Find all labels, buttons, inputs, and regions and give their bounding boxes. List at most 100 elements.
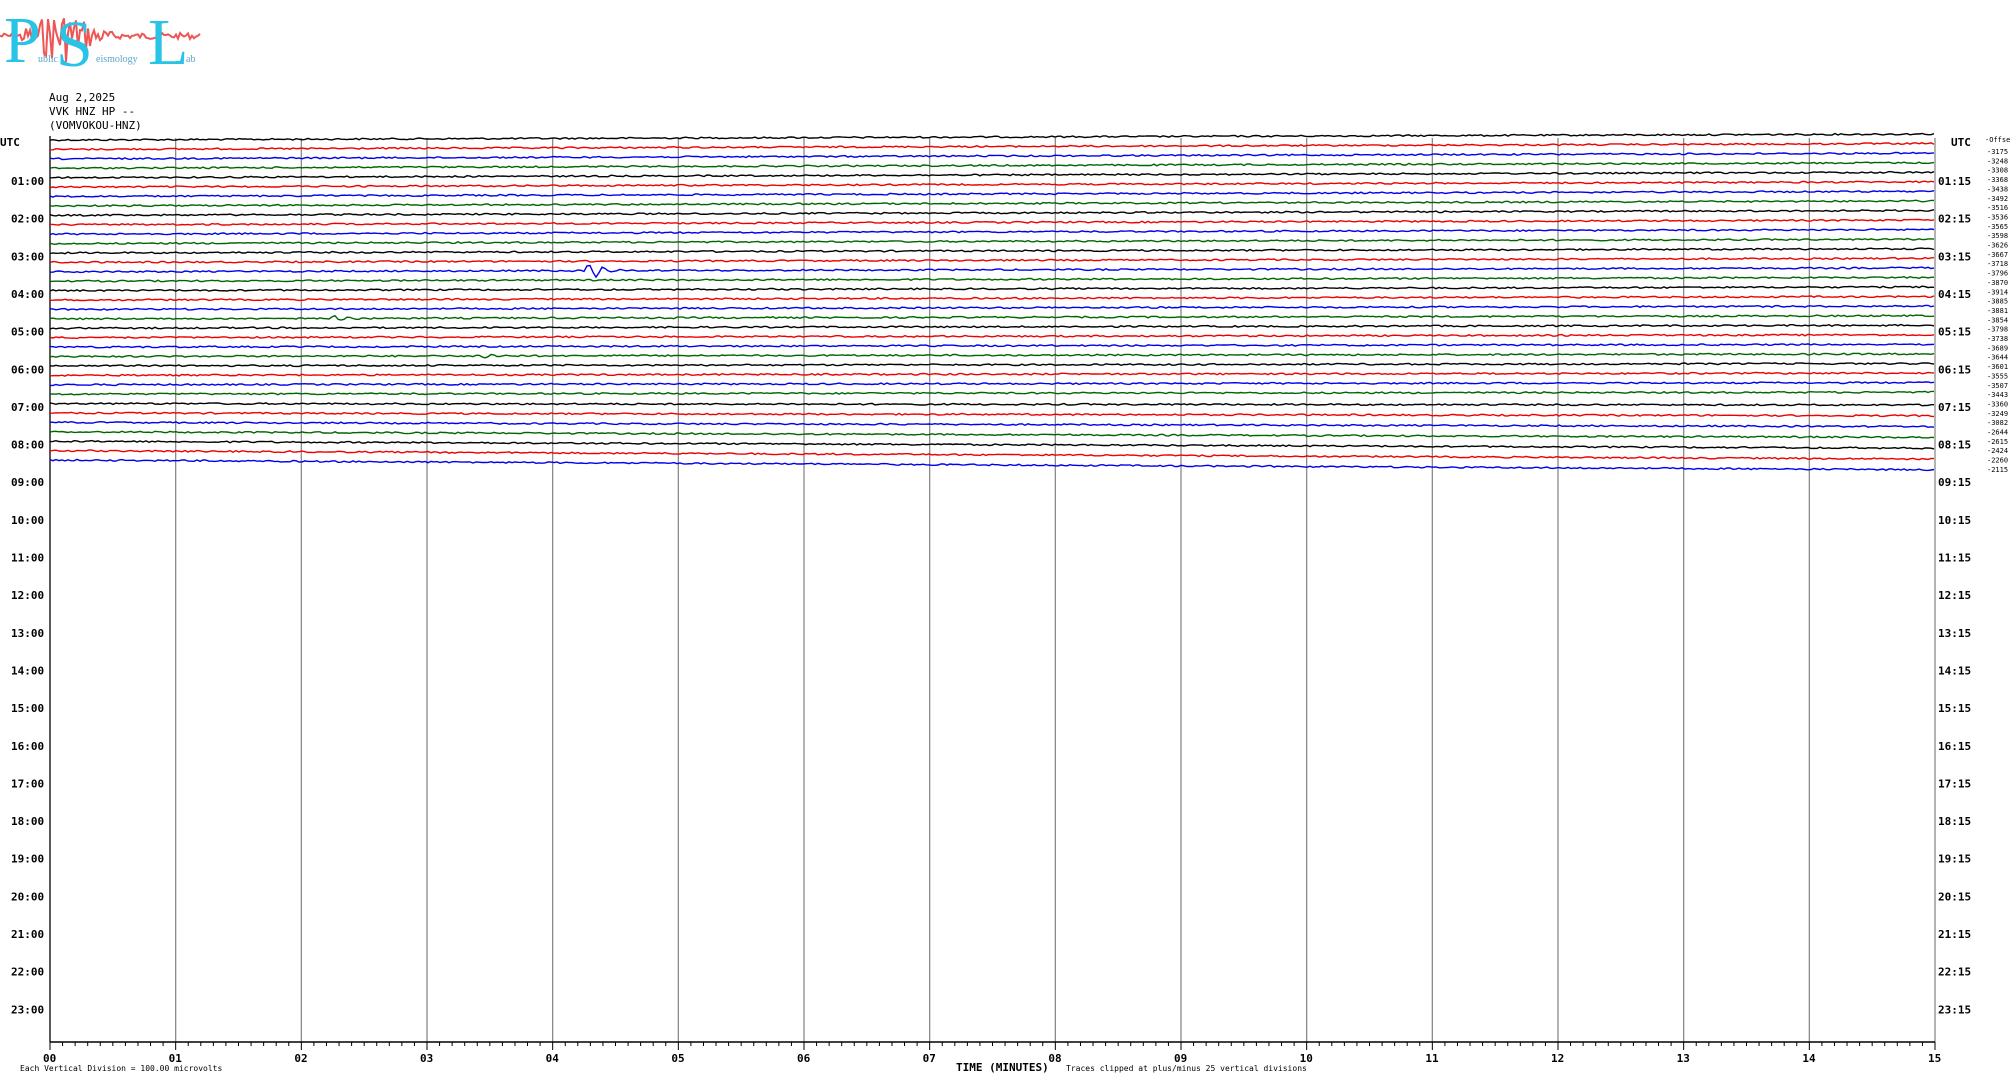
hour-label-left: 15:00 [11,702,44,715]
offset-label: -3601 [1987,363,2008,371]
hour-label-right: 05:15 [1938,326,1971,339]
trace-line [49,275,1935,283]
hour-label-left: 12:00 [11,589,44,602]
hour-label-left: 06:00 [11,363,44,376]
trace-line [49,430,1935,439]
hour-label-left: 02:00 [11,213,44,226]
hour-label-right: 07:15 [1938,401,1971,414]
header-date: Aug 2,2025 [49,91,115,104]
traces [49,132,1935,472]
offset-label: -3443 [1987,391,2008,399]
x-tick-label: 14 [1802,1052,1816,1065]
offset-label: -3689 [1987,344,2008,352]
trace-line [49,314,1935,321]
hour-label-right: 18:15 [1938,815,1971,828]
x-tick-label: 11 [1425,1052,1439,1065]
trace-line [49,151,1935,161]
trace-line [49,439,1935,450]
trace-line [49,458,1935,472]
offset-label: -3667 [1987,251,2008,259]
trace-line [49,449,1935,461]
offset-label: -2115 [1987,466,2008,474]
x-tick-label: 02 [294,1052,307,1065]
offset-label: -2615 [1987,438,2008,446]
trace-line [49,333,1935,340]
offset-label: -3565 [1987,223,2008,231]
hour-label-left: 04:00 [11,288,44,301]
trace-line [49,209,1935,217]
header: Aug 2,2025 VVK HNZ HP -- (VOMVOKOU-HNZ) [49,91,142,132]
hour-label-right: 11:15 [1938,552,1971,565]
offset-label: -3360 [1987,400,2008,408]
logo-word-seismology: eismology [96,54,138,65]
hour-label-right: 17:15 [1938,777,1971,790]
offset-label: -3492 [1987,195,2008,203]
x-tick-label: 04 [546,1052,560,1065]
psl-logo: P S L ublic eismology ab [0,4,201,81]
trace-line [49,190,1935,198]
hour-label-right: 19:15 [1938,853,1971,866]
x-tick-label: 03 [420,1052,433,1065]
offset-label: -3738 [1987,335,2008,343]
x-tick-label: 12 [1551,1052,1564,1065]
offset-label: -2644 [1987,429,2008,437]
offset-label: -3555 [1987,372,2008,380]
trace-line [50,218,1935,227]
header-location: (VOMVOKOU-HNZ) [49,119,142,132]
trace-line [49,402,1934,407]
trace-line [49,304,1935,311]
trace-line [49,228,1935,236]
trace-line [49,323,1935,330]
offset-label: -3718 [1987,260,2008,268]
offset-label: -3798 [1987,326,2008,334]
hour-label-left: 08:00 [11,439,44,452]
hour-label-left: 16:00 [11,740,44,753]
hour-label-left: 10:00 [11,514,44,527]
hour-label-right: 03:15 [1938,250,1971,263]
x-axis-title: TIME (MINUTES) [956,1061,1049,1074]
hour-label-left: 13:00 [11,627,44,640]
trace-line [49,295,1935,302]
offset-label: -3249 [1987,410,2008,418]
offset-label: -3368 [1987,176,2008,184]
logo-letter-l: L [148,6,188,79]
hour-label-right: 01:15 [1938,175,1971,188]
logo-word-public: ublic [38,54,59,65]
trace-line [49,362,1935,368]
hour-label-right: 04:15 [1938,288,1971,301]
offset-label: -3626 [1987,242,2008,250]
trace-line [49,420,1935,429]
hour-label-right: 13:15 [1938,627,1971,640]
hour-label-left: 01:00 [11,175,44,188]
hour-label-right: 22:15 [1938,966,1971,979]
logo-word-lab: ab [186,54,195,65]
hour-label-left: 03:00 [11,250,44,263]
offset-label: -2424 [1987,447,2008,455]
offset-label: -2260 [1987,457,2008,465]
trace-line [50,411,1935,418]
trace-line [49,247,1935,255]
hour-label-left: 22:00 [11,966,44,979]
x-tick-label: 08 [1048,1052,1061,1065]
offset-label: -3536 [1987,213,2008,221]
hour-label-left: 23:00 [11,1003,44,1016]
hour-label-left: 17:00 [11,777,44,790]
offset-label: -3914 [1987,288,2008,296]
logo-letter-s: S [56,8,93,81]
offset-label: -3854 [1987,316,2008,324]
trace-line [49,142,1935,151]
offset-header: -Offset [1985,136,2010,144]
hour-label-right: 10:15 [1938,514,1971,527]
trace-line [49,381,1935,387]
offset-label: -3885 [1987,298,2008,306]
header-station: VVK HNZ HP -- [49,105,135,118]
trace-line [49,390,1934,396]
trace-line [49,256,1935,264]
hour-label-right: 08:15 [1938,439,1971,452]
offset-labels: -Offset-3175-3248-3308-3368-3438-3492-35… [1985,136,2010,474]
offset-label: -3881 [1987,307,2008,315]
trace-line [49,132,1935,142]
hour-label-right: 09:15 [1938,476,1971,489]
trace-line [49,237,1935,246]
x-tick-label: 15 [1928,1052,1941,1065]
